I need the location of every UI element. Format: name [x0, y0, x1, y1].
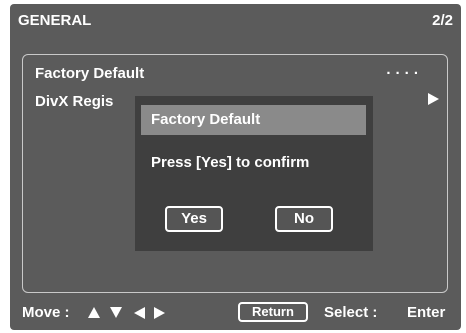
move-label: Move : — [22, 304, 70, 321]
right-arrow-icon — [428, 93, 439, 105]
dialog-message: Press [Yes] to confirm — [151, 154, 310, 171]
return-button[interactable]: Return — [238, 302, 308, 322]
menu-item-factory-default[interactable]: Factory Default — [35, 65, 144, 82]
factory-default-value: .... — [386, 61, 423, 78]
yes-button[interactable]: Yes — [165, 206, 223, 232]
up-arrow-icon — [88, 307, 100, 318]
dialog-header: Factory Default — [141, 105, 366, 135]
menu-item-label: DivX Regis — [35, 93, 114, 110]
no-button[interactable]: No — [275, 206, 333, 232]
page-indicator: 2/2 — [432, 12, 453, 29]
menu-item-divx-registration[interactable]: DivX Regis — [35, 93, 113, 110]
dialog-title: Factory Default — [151, 111, 261, 128]
confirm-dialog: Factory Default Press [Yes] to confirm Y… — [135, 96, 373, 251]
menu-item-label: Factory Default — [35, 65, 145, 82]
enter-label: Enter — [407, 304, 446, 321]
settings-screen: GENERAL 2/2 Factory Default .... DivX Re… — [10, 4, 461, 330]
select-label: Select : — [324, 304, 378, 321]
down-arrow-icon — [110, 307, 122, 318]
footer-bar: Move : Return Select : Enter — [10, 302, 461, 324]
left-arrow-icon — [134, 307, 145, 319]
menu-title: GENERAL — [18, 12, 92, 29]
right-arrow-icon — [154, 307, 165, 319]
